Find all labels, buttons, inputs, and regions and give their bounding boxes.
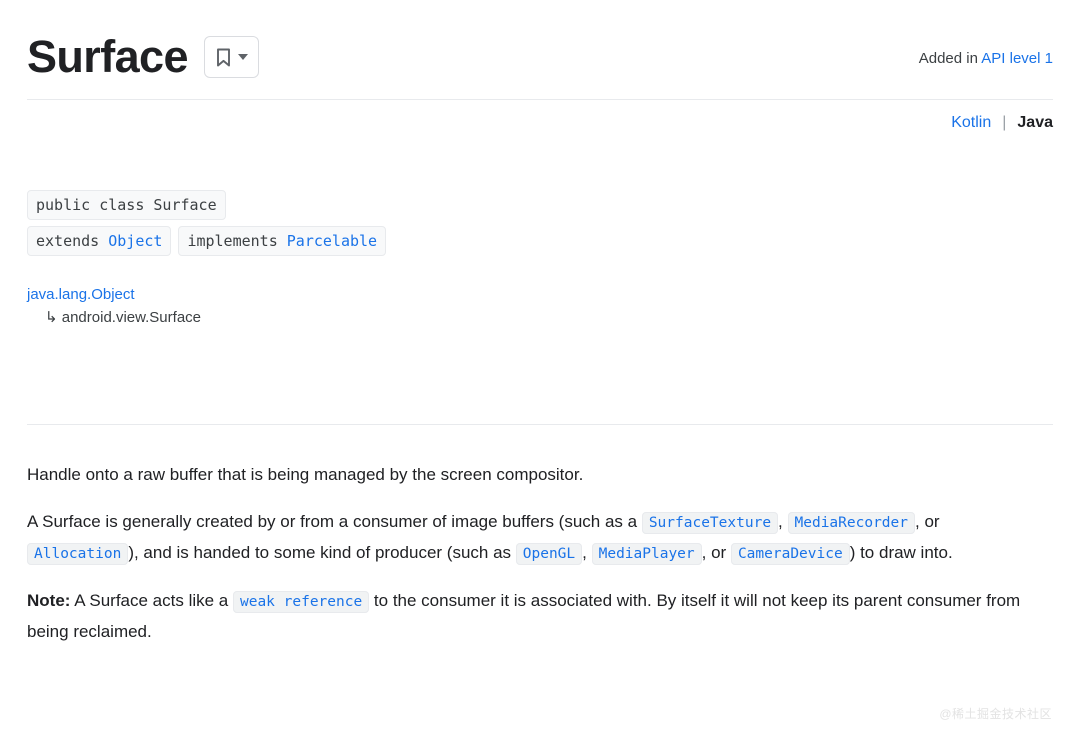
page-header: Surface Added in API level 1 [27,0,1053,84]
p2-text-f: , or [701,543,731,562]
chevron-down-icon [237,54,248,60]
code-chip-cameradevice[interactable]: CameraDevice [730,543,850,565]
language-switch: Kotlin | Java [27,100,1053,135]
note-label: Note: [27,591,71,610]
tab-java[interactable]: Java [1017,111,1053,135]
inheritance-current-label: android.view.Surface [61,309,201,326]
implements-type-link[interactable]: Parcelable [287,232,377,250]
signature-declaration-chip: public class Surface [27,190,226,220]
added-in-prefix: Added in [918,50,982,67]
bookmark-button[interactable] [203,36,259,78]
code-chip-mediarecorder[interactable]: MediaRecorder [787,512,915,534]
code-chip-surfacetexture[interactable]: SurfaceTexture [641,512,779,534]
code-chip-mediaplayer[interactable]: MediaPlayer [591,543,702,565]
extends-type-link[interactable]: Object [108,232,162,250]
signature-line-2: extends Object implements Parcelable [27,226,1053,256]
description-paragraph-note: Note: A Surface acts like a weak referen… [27,586,1053,647]
class-description: Handle onto a raw buffer that is being m… [27,425,1053,647]
p2-text-b: , [778,512,788,531]
language-separator: | [1002,114,1007,131]
documentation-page: Surface Added in API level 1 Kotlin | Ja… [0,0,1080,647]
p2-text-a: A Surface is generally created by or fro… [27,512,642,531]
description-paragraph-1: Handle onto a raw buffer that is being m… [27,460,1053,490]
signature-implements-chip: implements Parcelable [178,226,387,256]
added-in-label: Added in API level 1 [919,30,1053,70]
description-p1-text: Handle onto a raw buffer that is being m… [27,465,584,484]
signature-extends-chip: extends Object [27,226,172,256]
code-chip-allocation[interactable]: Allocation [27,543,129,565]
code-chip-opengl[interactable]: OpenGL [515,543,583,565]
p2-text-g: ) to draw into. [849,543,953,562]
inheritance-parent-label[interactable]: java.lang.Object [27,286,135,303]
title-group: Surface [27,30,259,84]
page-title: Surface [27,31,188,82]
implements-keyword: implements [187,232,278,250]
inheritance-hierarchy: java.lang.Object ↳ android.view.Surface [27,283,1053,329]
p2-text-e: , [582,543,592,562]
inheritance-row-parent[interactable]: java.lang.Object [27,283,1053,306]
extends-keyword: extends [36,232,100,250]
watermark: @稀土掘金技术社区 [939,707,1052,721]
tab-kotlin[interactable]: Kotlin [951,111,991,135]
p2-text-d: ), and is handed to some kind of produce… [128,543,516,562]
inheritance-row-current: ↳ android.view.Surface [27,306,1053,329]
p2-text-c: , or [915,512,940,531]
description-paragraph-2: A Surface is generally created by or fro… [27,507,1053,569]
inheritance-arrow-icon: ↳ [45,309,58,326]
signature-line-1: public class Surface [27,190,1053,220]
class-signature: public class Surface extends Object imple… [27,190,1053,256]
code-chip-weak-reference[interactable]: weak reference [232,591,370,613]
bookmark-icon [216,48,231,67]
note-text-a: A Surface acts like a [70,591,233,610]
api-level-link[interactable]: API level 1 [981,50,1053,67]
